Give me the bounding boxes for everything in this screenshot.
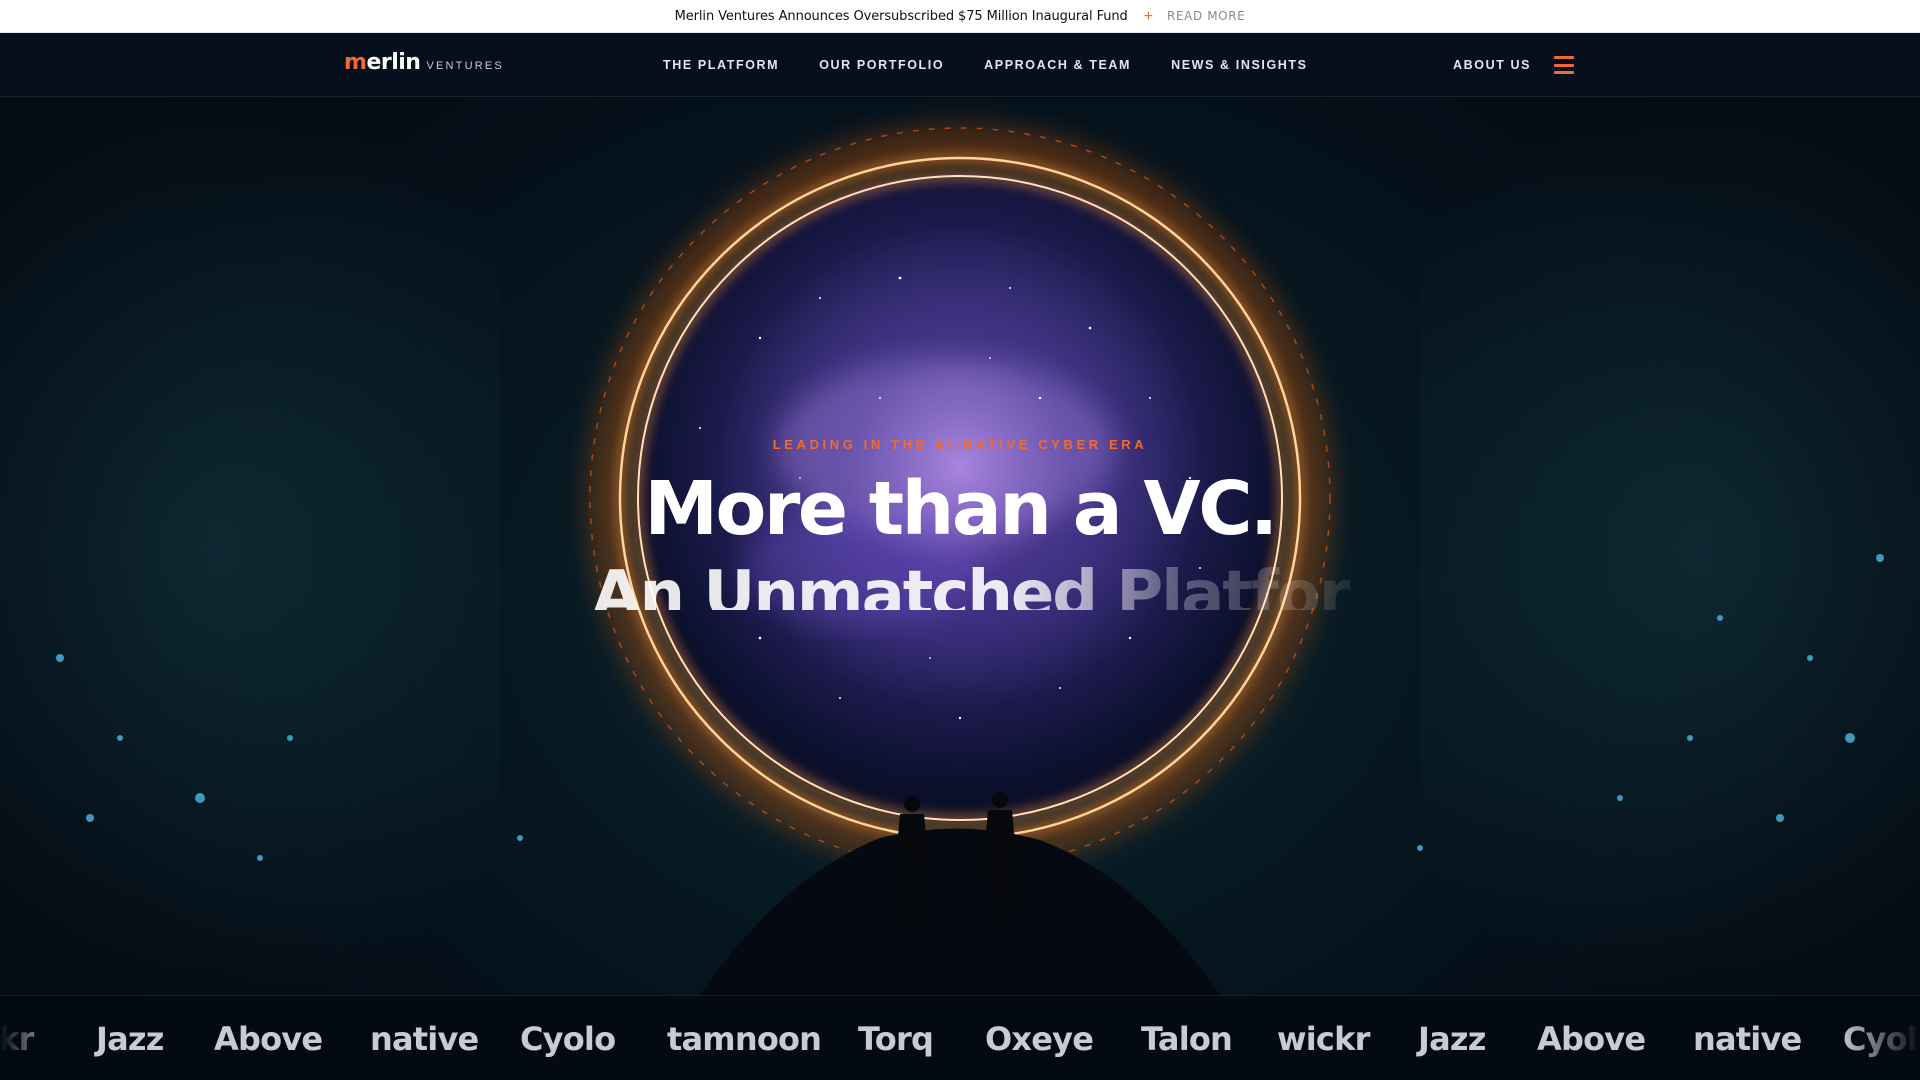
portfolio-logo[interactable]: native [1693,1020,1802,1058]
portfolio-logo[interactable]: native [370,1020,479,1058]
hamburger-menu-icon[interactable] [1554,56,1574,74]
nav-link-about-us[interactable]: ABOUT US [1453,33,1531,97]
nav-link-news-insights[interactable]: NEWS & INSIGHTS [1171,58,1308,72]
portfolio-logo[interactable]: Cyolo [520,1020,616,1058]
announcement-bar: Merlin Ventures Announces Oversubscribed… [0,0,1920,33]
logo-subtext: VENTURES [426,60,504,72]
hero-subline-mask: An Unmatched Platform [560,558,1360,610]
portfolio-logo[interactable]: Jazz [1418,1020,1486,1058]
nav-link-approach-team[interactable]: APPROACH & TEAM [984,58,1131,72]
hero-eyebrow: LEADING IN THE AI-NATIVE CYBER ERA [772,437,1148,452]
read-more-link[interactable]: READ MORE [1167,9,1245,23]
portfolio-logo-strip: krJazzAbovenativeCyolotamnoonTorqOxeyeTa… [0,995,1920,1080]
portfolio-logo[interactable]: Oxeye [985,1020,1094,1058]
hero-subline: An Unmatched Platform [592,558,1360,610]
strip-fade-right [1840,996,1920,1080]
portfolio-logo-track: krJazzAbovenativeCyolotamnoonTorqOxeyeTa… [0,996,1920,1080]
merlin-ventures-logo[interactable]: merlin VENTURES [344,50,504,75]
hero-section: LEADING IN THE AI-NATIVE CYBER ERA More … [0,98,1920,995]
nav-link-our-portfolio[interactable]: OUR PORTFOLIO [819,58,944,72]
strip-fade-left [0,996,60,1080]
nav-link-the-platform[interactable]: THE PLATFORM [663,58,779,72]
logo-wordmark: merlin [344,50,421,75]
main-nav: merlin VENTURES THE PLATFORM OUR PORTFOL… [0,33,1920,97]
rock-ledge [700,828,1220,995]
portfolio-logo[interactable]: Torq [858,1020,934,1058]
nav-links: THE PLATFORM OUR PORTFOLIO APPROACH & TE… [663,33,1348,97]
announcement-message: Merlin Ventures Announces Oversubscribed… [674,8,1128,24]
portfolio-logo[interactable]: Above [1537,1020,1646,1058]
plus-icon: + [1143,8,1154,25]
hero-headline: More than a VC. [644,466,1278,552]
portfolio-logo[interactable]: Jazz [96,1020,164,1058]
portfolio-logo[interactable]: Talon [1141,1020,1233,1058]
portfolio-logo[interactable]: tamnoon [667,1020,822,1058]
portfolio-logo[interactable]: Above [214,1020,323,1058]
portfolio-logo[interactable]: wickr [1277,1020,1370,1058]
